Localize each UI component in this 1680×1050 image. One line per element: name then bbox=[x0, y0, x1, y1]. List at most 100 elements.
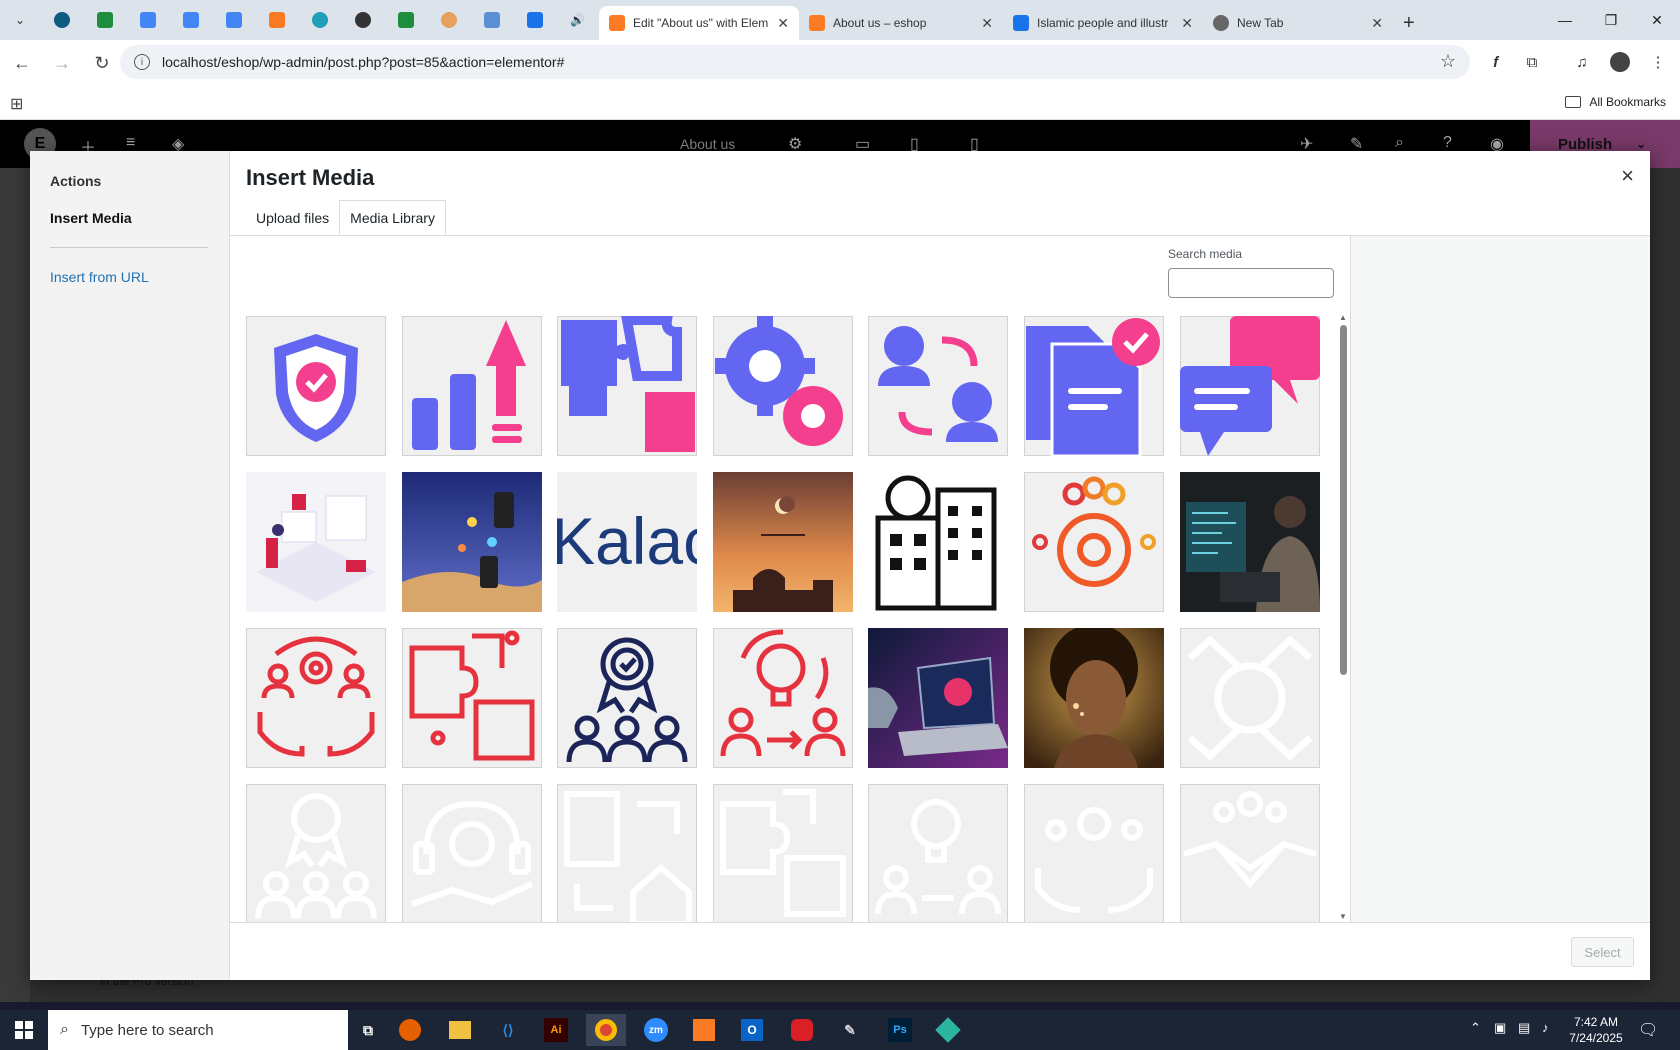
attachment-handshake-faded[interactable] bbox=[1179, 784, 1320, 922]
tab-search-button[interactable]: ⌄ bbox=[0, 0, 40, 40]
attachment-user-exchange[interactable] bbox=[868, 316, 1009, 456]
chrome-icon[interactable] bbox=[586, 1014, 626, 1046]
close-tab-icon[interactable]: ✕ bbox=[777, 15, 789, 32]
attachment-discount-building[interactable] bbox=[868, 472, 1009, 612]
search-media-input[interactable] bbox=[1168, 268, 1334, 298]
attachment-hands-gear-team[interactable] bbox=[246, 628, 386, 768]
chrome-menu-icon[interactable]: ⋮ bbox=[1644, 48, 1672, 76]
attachment-team-gear[interactable] bbox=[1023, 472, 1164, 612]
minimize-button[interactable]: — bbox=[1542, 0, 1588, 40]
network-icon[interactable]: ▤ bbox=[1518, 1020, 1530, 1036]
restore-button[interactable]: ❐ bbox=[1588, 0, 1634, 40]
pinned-tab[interactable] bbox=[40, 0, 83, 40]
pinned-tab[interactable] bbox=[212, 0, 255, 40]
scroll-up-icon[interactable]: ▲ bbox=[1339, 313, 1347, 322]
page-name[interactable]: About us bbox=[680, 136, 735, 152]
search-icon[interactable]: ⌕ bbox=[1395, 134, 1404, 152]
attachment-mobile-payments[interactable] bbox=[401, 472, 542, 612]
tab-media-library[interactable]: Media Library bbox=[339, 200, 446, 235]
taskbar-search[interactable]: ⌕ Type here to search bbox=[48, 1010, 348, 1050]
pinned-tab[interactable] bbox=[341, 0, 384, 40]
tab-upload-files[interactable]: Upload files bbox=[246, 200, 339, 235]
attachment-puzzle-pieces[interactable] bbox=[557, 316, 698, 456]
firefox-icon[interactable] bbox=[390, 1014, 430, 1046]
zoom-icon[interactable]: zm bbox=[636, 1014, 676, 1046]
profile-avatar[interactable] bbox=[1606, 48, 1634, 76]
pinned-tab[interactable] bbox=[169, 0, 212, 40]
attachment-woman-portrait[interactable] bbox=[1023, 628, 1164, 768]
attachment-kala-logo[interactable]: Kalac bbox=[557, 472, 698, 612]
task-view-icon[interactable]: ⧉ bbox=[348, 1014, 388, 1046]
bookmark-star-icon[interactable]: ☆ bbox=[1440, 51, 1456, 72]
attachment-hands-team-faded[interactable] bbox=[1023, 784, 1164, 922]
settings-sliders-icon[interactable]: ≡ bbox=[126, 134, 135, 152]
photoshop-icon[interactable]: Ps bbox=[880, 1014, 920, 1046]
attachment-idea-team[interactable] bbox=[712, 628, 853, 768]
attachment-developer-photo[interactable] bbox=[1179, 472, 1320, 612]
site-info-icon[interactable]: i bbox=[134, 54, 150, 70]
attachment-shield-check[interactable] bbox=[246, 316, 386, 456]
pen-tool-icon[interactable]: ✎ bbox=[830, 1014, 870, 1046]
attachment-ramadan-kareem[interactable] bbox=[712, 472, 853, 612]
file-explorer-icon[interactable] bbox=[440, 1014, 480, 1046]
new-tab-button[interactable]: + bbox=[1393, 6, 1433, 40]
attachment-document-approved[interactable] bbox=[1023, 316, 1164, 456]
tab-edit-about-us[interactable]: Edit "About us" with Elem ✕ bbox=[599, 6, 799, 40]
attachment-chat-bubbles[interactable] bbox=[1179, 316, 1320, 456]
illustrator-icon[interactable]: Ai bbox=[536, 1014, 576, 1046]
tab-new-tab[interactable]: New Tab ✕ bbox=[1203, 6, 1393, 40]
windows-start-icon[interactable] bbox=[0, 1010, 48, 1050]
pinned-tab[interactable] bbox=[83, 0, 126, 40]
close-window-button[interactable]: ✕ bbox=[1634, 0, 1680, 40]
attachment-headset-gear-faded[interactable] bbox=[401, 784, 542, 922]
grid-scrollbar[interactable]: ▲ ▼ bbox=[1338, 313, 1348, 921]
pinned-tab[interactable] bbox=[427, 0, 470, 40]
pinned-tab[interactable] bbox=[513, 0, 556, 40]
media-control-icon[interactable]: ♫ bbox=[1568, 48, 1596, 76]
pinned-tab[interactable] bbox=[298, 0, 341, 40]
pinned-tab[interactable] bbox=[255, 0, 298, 40]
attachment-robot-laptop[interactable] bbox=[868, 628, 1009, 768]
pinned-tab[interactable] bbox=[384, 0, 427, 40]
notifications-icon[interactable]: 🗨 bbox=[1638, 1020, 1658, 1040]
pinned-tab[interactable]: 🔊 bbox=[556, 0, 599, 40]
xampp-icon[interactable] bbox=[684, 1014, 724, 1046]
extension-icon[interactable]: 𝒇 bbox=[1482, 48, 1510, 76]
creative-cloud-icon[interactable] bbox=[782, 1014, 822, 1046]
tab-about-us-eshop[interactable]: About us – eshop ✕ bbox=[799, 6, 1003, 40]
vscode-icon[interactable]: ⟨⟩ bbox=[488, 1014, 528, 1046]
attachment-hands-circle-faded[interactable] bbox=[1179, 628, 1320, 768]
app-diamond-icon[interactable] bbox=[928, 1014, 968, 1046]
reload-button[interactable]: ↻ bbox=[84, 45, 120, 81]
apps-grid-icon[interactable]: ⊞ bbox=[10, 94, 23, 114]
scrollbar-thumb[interactable] bbox=[1340, 325, 1347, 675]
menu-insert-media[interactable]: Insert Media bbox=[50, 210, 132, 226]
close-tab-icon[interactable]: ✕ bbox=[1181, 15, 1193, 32]
volume-icon[interactable]: ♪ bbox=[1542, 1020, 1549, 1035]
attachment-award-team[interactable] bbox=[557, 628, 698, 768]
meet-now-icon[interactable]: ▣ bbox=[1494, 1020, 1506, 1036]
attachment-idea-team-faded[interactable] bbox=[868, 784, 1009, 922]
outlook-icon[interactable]: O bbox=[732, 1014, 772, 1046]
scroll-down-icon[interactable]: ▼ bbox=[1339, 912, 1347, 921]
attachment-puzzle-faded[interactable] bbox=[712, 784, 853, 922]
close-tab-icon[interactable]: ✕ bbox=[981, 15, 993, 32]
attachment-building-home-faded[interactable] bbox=[557, 784, 698, 922]
close-icon[interactable]: × bbox=[1621, 163, 1634, 189]
select-button[interactable]: Select bbox=[1571, 937, 1634, 967]
help-icon[interactable]: ? bbox=[1443, 134, 1452, 152]
tab-islamic-people[interactable]: Islamic people and illustr ✕ bbox=[1003, 6, 1203, 40]
address-bar[interactable]: i localhost/eshop/wp-admin/post.php?post… bbox=[120, 45, 1470, 79]
taskbar-clock[interactable]: 7:42 AM 7/24/2025 bbox=[1566, 1014, 1626, 1046]
attachment-award-team-faded[interactable] bbox=[246, 784, 386, 922]
pinned-tab[interactable] bbox=[470, 0, 513, 40]
forward-button[interactable]: → bbox=[44, 45, 80, 81]
all-bookmarks-button[interactable]: All Bookmarks bbox=[1565, 95, 1666, 109]
attachment-gears[interactable] bbox=[712, 316, 853, 456]
close-tab-icon[interactable]: ✕ bbox=[1371, 15, 1383, 32]
extensions-puzzle-icon[interactable]: ⧉ bbox=[1518, 48, 1546, 76]
attachment-growth-chart[interactable] bbox=[401, 316, 542, 456]
pinned-tab[interactable] bbox=[126, 0, 169, 40]
attachment-puzzle-red[interactable] bbox=[401, 628, 542, 768]
tray-chevron-icon[interactable]: ⌃ bbox=[1470, 1020, 1481, 1036]
